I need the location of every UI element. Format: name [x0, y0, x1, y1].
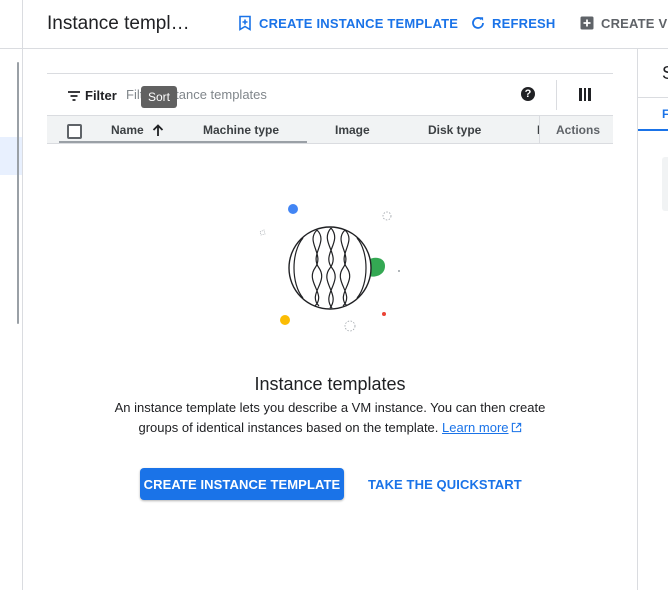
instance-templates-illustration: [259, 204, 400, 332]
filter-icon: [68, 90, 80, 101]
select-all-checkbox[interactable]: [67, 124, 82, 139]
actions-column-divider: [539, 116, 540, 143]
column-header-machine-type[interactable]: Machine type: [203, 123, 279, 137]
sort-ascending-icon[interactable]: [151, 123, 165, 137]
left-nav-strip: [0, 0, 23, 590]
templates-list: Filter Sort ? Name Machine type Image Di…: [47, 73, 613, 144]
toolbar-divider: [556, 80, 557, 110]
add-template-icon: [239, 15, 251, 31]
info-panel-title: S: [662, 63, 668, 84]
info-panel-active-tab-indicator: [638, 129, 668, 131]
page-header: Instance templ… CREATE INSTANCE TEMPLATE…: [23, 0, 668, 49]
create-vm-button[interactable]: CREATE VM: [579, 15, 668, 31]
take-the-quickstart-button[interactable]: TAKE THE QUICKSTART: [368, 477, 522, 492]
filter-bar: Filter Sort ?: [47, 73, 613, 115]
learn-more-label: Learn more: [442, 420, 509, 435]
page-title: Instance templ…: [47, 13, 190, 34]
refresh-button[interactable]: REFRESH: [470, 15, 556, 31]
help-icon[interactable]: ?: [521, 87, 535, 101]
refresh-icon: [472, 17, 484, 29]
create-instance-template-button[interactable]: CREATE INSTANCE TEMPLATE: [140, 468, 344, 500]
filter-label: Filter: [85, 88, 117, 103]
instance-templates-page: Instance templ… CREATE INSTANCE TEMPLATE…: [0, 0, 668, 590]
table-header: Name Machine type Image Disk type I Acti…: [47, 115, 613, 144]
column-header-actions: Actions: [556, 123, 601, 137]
empty-state-title: Instance templates: [254, 374, 406, 394]
column-header-disk-type[interactable]: Disk type: [428, 123, 481, 137]
empty-state-description: An instance template lets you describe a…: [107, 398, 553, 438]
add-box-icon: [580, 16, 594, 30]
nav-divider: [0, 48, 23, 49]
info-panel-tab[interactable]: F: [662, 107, 668, 121]
column-display-options-icon[interactable]: [579, 88, 592, 101]
column-header-name[interactable]: Name: [111, 123, 144, 137]
info-panel-tab-divider: [638, 97, 668, 98]
sort-tooltip: Sort: [141, 86, 178, 108]
column-header-image[interactable]: Image: [335, 123, 370, 137]
external-link-icon: [511, 422, 521, 433]
create-instance-template-header-label: CREATE INSTANCE TEMPLATE: [259, 15, 459, 31]
filter-button[interactable]: Filter: [67, 88, 117, 103]
refresh-label: REFRESH: [492, 15, 556, 31]
learn-more-link[interactable]: Learn more: [442, 420, 521, 435]
create-vm-label: CREATE VM: [601, 15, 668, 31]
nav-scrollbar[interactable]: [17, 62, 19, 324]
info-panel-content-card: [662, 157, 668, 211]
create-instance-template-header-button[interactable]: CREATE INSTANCE TEMPLATE: [237, 15, 458, 31]
info-panel: S F: [637, 49, 668, 590]
header-focus-underline: [59, 141, 307, 143]
